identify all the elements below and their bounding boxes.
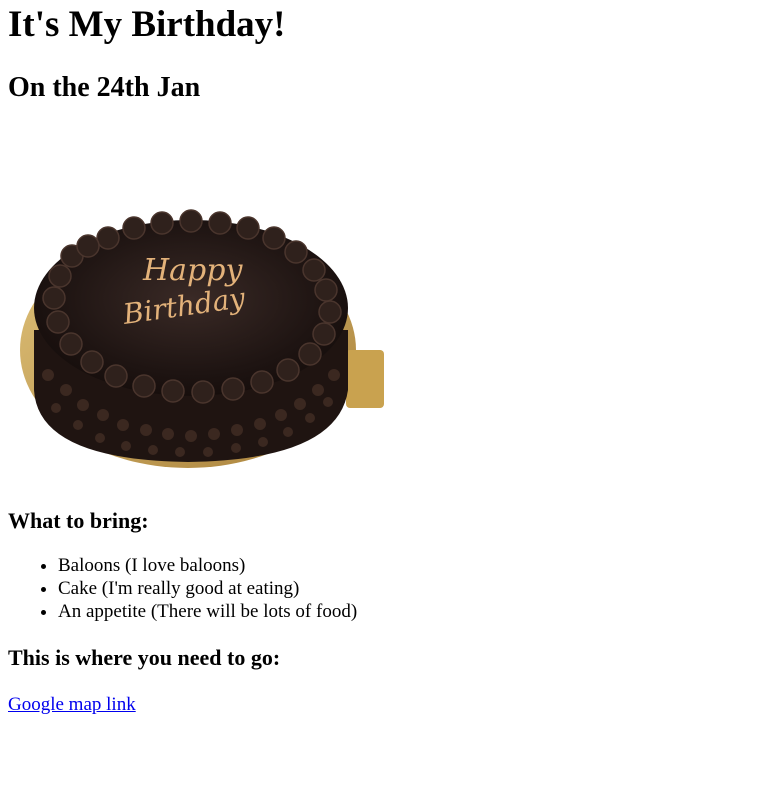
- page-title: It's My Birthday!: [8, 4, 286, 45]
- location-heading: This is where you need to go:: [8, 645, 281, 670]
- board-tab: [346, 350, 384, 408]
- list-item: An appetite (There will be lots of food): [58, 600, 760, 623]
- cake-illustration: Happy Birthday: [20, 209, 384, 468]
- list-item: Baloons (I love baloons): [58, 554, 760, 577]
- google-map-link[interactable]: Google map link: [8, 694, 136, 715]
- bring-heading: What to bring:: [8, 508, 149, 533]
- date-heading: On the 24th Jan: [8, 72, 201, 103]
- birthday-cake-image: Happy Birthday: [8, 190, 384, 480]
- bring-list: Baloons (I love baloons) Cake (I'm reall…: [8, 554, 760, 623]
- list-item: Cake (I'm really good at eating): [58, 577, 760, 600]
